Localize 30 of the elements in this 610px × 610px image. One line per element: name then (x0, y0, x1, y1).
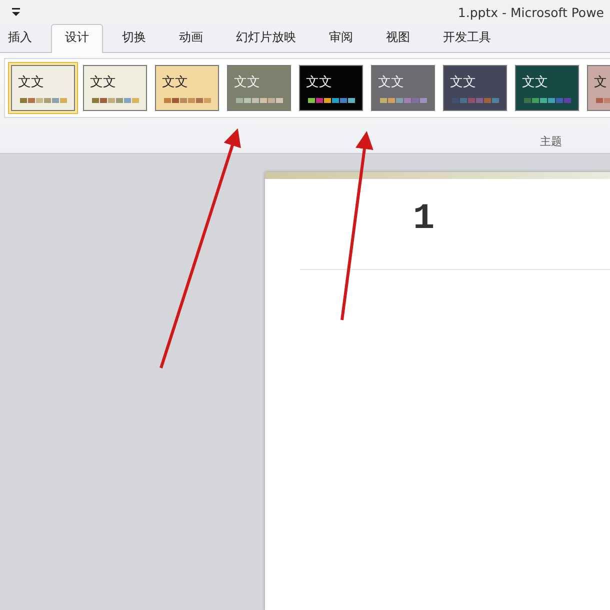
ribbon-tab[interactable]: 幻灯片放映 (222, 24, 310, 52)
ribbon-tab[interactable]: 设计 (51, 24, 103, 53)
ribbon-tab[interactable]: 开发工具 (429, 24, 505, 52)
theme-sample-text: 文文 (18, 74, 44, 91)
theme-thumbnail[interactable]: 文文 (440, 62, 510, 114)
theme-thumbnail[interactable]: 文文 (512, 62, 582, 114)
ribbon-tab[interactable]: 视图 (372, 24, 424, 52)
theme-sample-text: 文文 (450, 74, 476, 91)
theme-thumbnail[interactable]: 文 (584, 62, 610, 114)
slide-title: 1 (413, 198, 435, 239)
theme-thumbnail[interactable]: 文文 (224, 62, 294, 114)
window-title: 1.pptx - Microsoft Powe (458, 4, 604, 20)
theme-sample-text: 文文 (162, 74, 188, 91)
theme-sample-text: 文文 (234, 74, 260, 91)
theme-sample-text: 文文 (306, 74, 332, 91)
ribbon-tab[interactable]: 审阅 (315, 24, 367, 52)
theme-sample-text: 文文 (378, 74, 404, 91)
theme-sample-text: 文 (594, 74, 607, 91)
theme-thumbnail[interactable]: 文文 (8, 62, 78, 114)
theme-sample-text: 文文 (522, 74, 548, 91)
ribbon-tab[interactable]: 动画 (165, 24, 217, 52)
theme-thumbnail[interactable]: 文文 (152, 62, 222, 114)
theme-sample-text: 文文 (90, 74, 116, 91)
ribbon-tab[interactable]: 插入 (0, 24, 46, 52)
theme-thumbnail[interactable]: 文文 (296, 62, 366, 114)
group-label: 主题 (540, 134, 562, 149)
theme-thumbnail[interactable]: 文文 (80, 62, 150, 114)
ribbon-tab[interactable]: 切换 (108, 24, 160, 52)
dropdown-arrow-icon[interactable] (12, 8, 20, 16)
theme-thumbnail[interactable]: 文文 (368, 62, 438, 114)
